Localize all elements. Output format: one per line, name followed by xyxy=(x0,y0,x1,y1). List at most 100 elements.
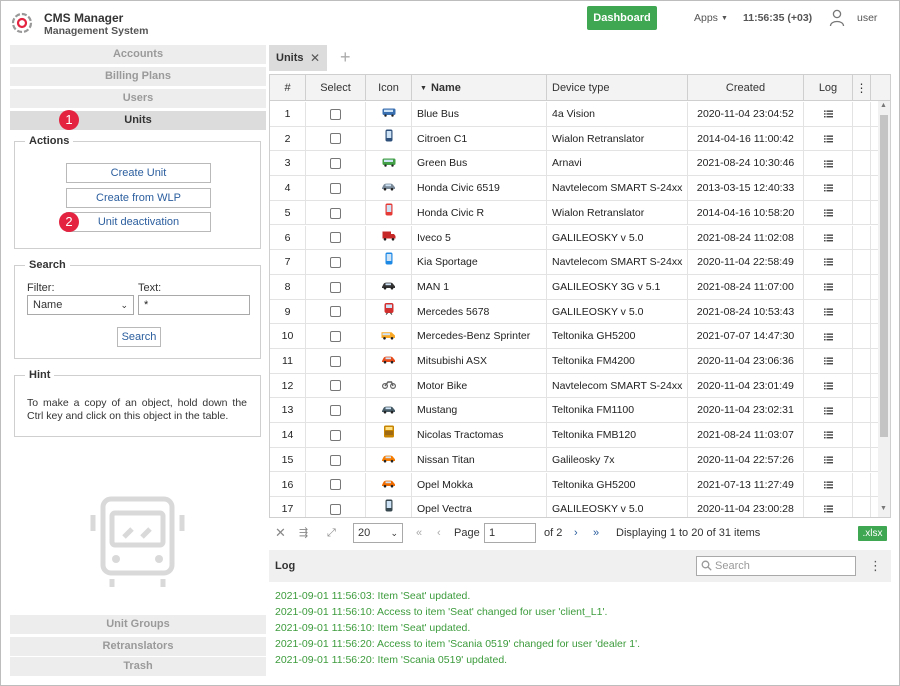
row-log[interactable] xyxy=(804,250,853,275)
row-log[interactable] xyxy=(804,176,853,201)
prev-page-icon[interactable]: ‹ xyxy=(437,519,441,547)
column-device-type[interactable]: Device type xyxy=(547,75,688,101)
table-row[interactable]: 9 Mercedes 5678 GALILEOSKY v 5.0 2021-08-24… xyxy=(270,299,878,325)
unit-deactivation-button[interactable]: Unit deactivation xyxy=(66,212,211,232)
row-select[interactable] xyxy=(306,349,366,373)
table-row[interactable]: 15 Nissan Titan Galileosky 7x 2020-11-04 22… xyxy=(270,447,878,473)
export-xlsx-button[interactable]: .xlsx xyxy=(858,526,887,541)
table-row[interactable]: 4 Honda Civic 6519 Navtelecom SMART S-24xx… xyxy=(270,176,878,201)
select-checkbox[interactable] xyxy=(330,281,341,293)
add-tab-icon[interactable]: + xyxy=(340,47,351,67)
next-page-icon[interactable]: › xyxy=(574,519,578,547)
column-icon[interactable]: Icon xyxy=(366,75,412,101)
row-log[interactable] xyxy=(804,200,853,225)
table-row[interactable]: 5 Honda Civic R Wialon Retranslator 2014-04… xyxy=(270,200,878,226)
search-button[interactable]: Search xyxy=(117,327,161,347)
dashboard-button[interactable]: Dashboard xyxy=(587,6,657,30)
table-row[interactable]: 13 Mustang Teltonika FM1100 2020-11-04 23:0… xyxy=(270,398,878,424)
row-log[interactable] xyxy=(804,447,853,472)
search-text-input[interactable]: * xyxy=(138,295,250,315)
select-checkbox[interactable] xyxy=(330,232,341,244)
list-icon[interactable] xyxy=(823,306,833,318)
select-checkbox[interactable] xyxy=(330,158,341,170)
sidebar-item-retranslators[interactable]: Retranslators xyxy=(10,637,266,656)
tab-units[interactable]: Units ✕ xyxy=(269,45,327,71)
row-select[interactable] xyxy=(306,200,366,225)
select-checkbox[interactable] xyxy=(330,331,341,343)
table-row[interactable]: 14 Nicolas Tractomas Teltonika FMB120 2021-… xyxy=(270,423,878,448)
row-log[interactable] xyxy=(804,151,853,176)
list-icon[interactable] xyxy=(823,207,833,219)
row-log[interactable] xyxy=(804,126,853,151)
user-name[interactable]: user xyxy=(857,12,877,24)
row-select[interactable] xyxy=(306,324,366,349)
row-log[interactable] xyxy=(804,274,853,299)
row-select[interactable] xyxy=(306,176,366,201)
table-row[interactable]: 10 Mercedes-Benz Sprinter Teltonika GH5200… xyxy=(270,324,878,349)
table-row[interactable]: 3 Green Bus Arnavi 2021-08-24 10:30:46 xyxy=(270,151,878,177)
row-select[interactable] xyxy=(306,102,366,126)
row-select[interactable] xyxy=(306,472,366,497)
sidebar-item-unit-groups[interactable]: Unit Groups xyxy=(10,615,266,634)
select-checkbox[interactable] xyxy=(330,108,341,120)
column-created[interactable]: Created xyxy=(688,75,804,101)
close-icon[interactable]: ✕ xyxy=(310,45,320,71)
table-row[interactable]: 8 MAN 1 GALILEOSKY 3G v 5.1 2021-08-24 11:0… xyxy=(270,274,878,300)
list-icon[interactable] xyxy=(823,232,833,244)
user-icon[interactable] xyxy=(829,9,845,27)
list-icon[interactable] xyxy=(823,429,833,441)
filter-select[interactable]: Name ⌄ xyxy=(27,295,134,315)
list-icon[interactable] xyxy=(823,157,833,169)
select-checkbox[interactable] xyxy=(330,503,341,515)
select-checkbox[interactable] xyxy=(330,479,341,491)
table-row[interactable]: 6 Iveco 5 GALILEOSKY v 5.0 2021-08-24 11:02… xyxy=(270,225,878,251)
column-number[interactable]: # xyxy=(270,75,306,101)
row-log[interactable] xyxy=(804,472,853,497)
table-row[interactable]: 17 Opel Vectra GALILEOSKY v 5.0 2020-11-04 … xyxy=(270,497,878,517)
row-select[interactable] xyxy=(306,423,366,448)
move-icon[interactable]: ⇶ xyxy=(299,519,308,547)
scrollbar[interactable]: ▲ ▼ xyxy=(878,101,890,517)
first-page-icon[interactable]: « xyxy=(416,519,422,547)
row-log[interactable] xyxy=(804,225,853,250)
sidebar-item-accounts[interactable]: Accounts xyxy=(10,45,266,64)
row-log[interactable] xyxy=(804,497,853,517)
row-select[interactable] xyxy=(306,497,366,517)
select-checkbox[interactable] xyxy=(330,182,341,194)
row-log[interactable] xyxy=(804,373,853,398)
column-name[interactable]: ▼ Name xyxy=(412,75,547,101)
column-log[interactable]: Log xyxy=(804,75,853,101)
column-menu-icon[interactable]: ⋮ xyxy=(853,75,871,101)
row-select[interactable] xyxy=(306,274,366,299)
create-unit-button[interactable]: Create Unit xyxy=(66,163,211,183)
select-checkbox[interactable] xyxy=(330,306,341,318)
column-select[interactable]: Select xyxy=(306,75,366,101)
select-checkbox[interactable] xyxy=(330,207,341,219)
row-select[interactable] xyxy=(306,126,366,151)
row-select[interactable] xyxy=(306,250,366,275)
select-checkbox[interactable] xyxy=(330,405,341,417)
scroll-up-icon[interactable]: ▲ xyxy=(880,102,887,109)
select-checkbox[interactable] xyxy=(330,133,341,145)
scroll-down-icon[interactable]: ▼ xyxy=(880,505,887,512)
row-select[interactable] xyxy=(306,398,366,423)
row-select[interactable] xyxy=(306,151,366,176)
list-icon[interactable] xyxy=(823,133,833,145)
select-checkbox[interactable] xyxy=(330,429,341,441)
scroll-thumb[interactable] xyxy=(880,115,888,437)
last-page-icon[interactable]: » xyxy=(593,519,599,547)
list-icon[interactable] xyxy=(823,503,833,515)
list-icon[interactable] xyxy=(823,256,833,268)
table-row[interactable]: 2 Citroen C1 Wialon Retranslator 2014-04-16… xyxy=(270,126,878,152)
row-log[interactable] xyxy=(804,398,853,423)
select-checkbox[interactable] xyxy=(330,256,341,268)
row-log[interactable] xyxy=(804,299,853,324)
list-icon[interactable] xyxy=(823,330,833,342)
log-search-input[interactable]: Search xyxy=(696,556,856,576)
table-row[interactable]: 7 Kia Sportage Navtelecom SMART S-24xx 2020… xyxy=(270,250,878,275)
clear-selection-icon[interactable]: ✕ xyxy=(275,519,286,547)
list-icon[interactable] xyxy=(823,454,833,466)
list-icon[interactable] xyxy=(823,182,833,194)
sidebar-item-trash[interactable]: Trash xyxy=(10,657,266,676)
row-log[interactable] xyxy=(804,349,853,373)
